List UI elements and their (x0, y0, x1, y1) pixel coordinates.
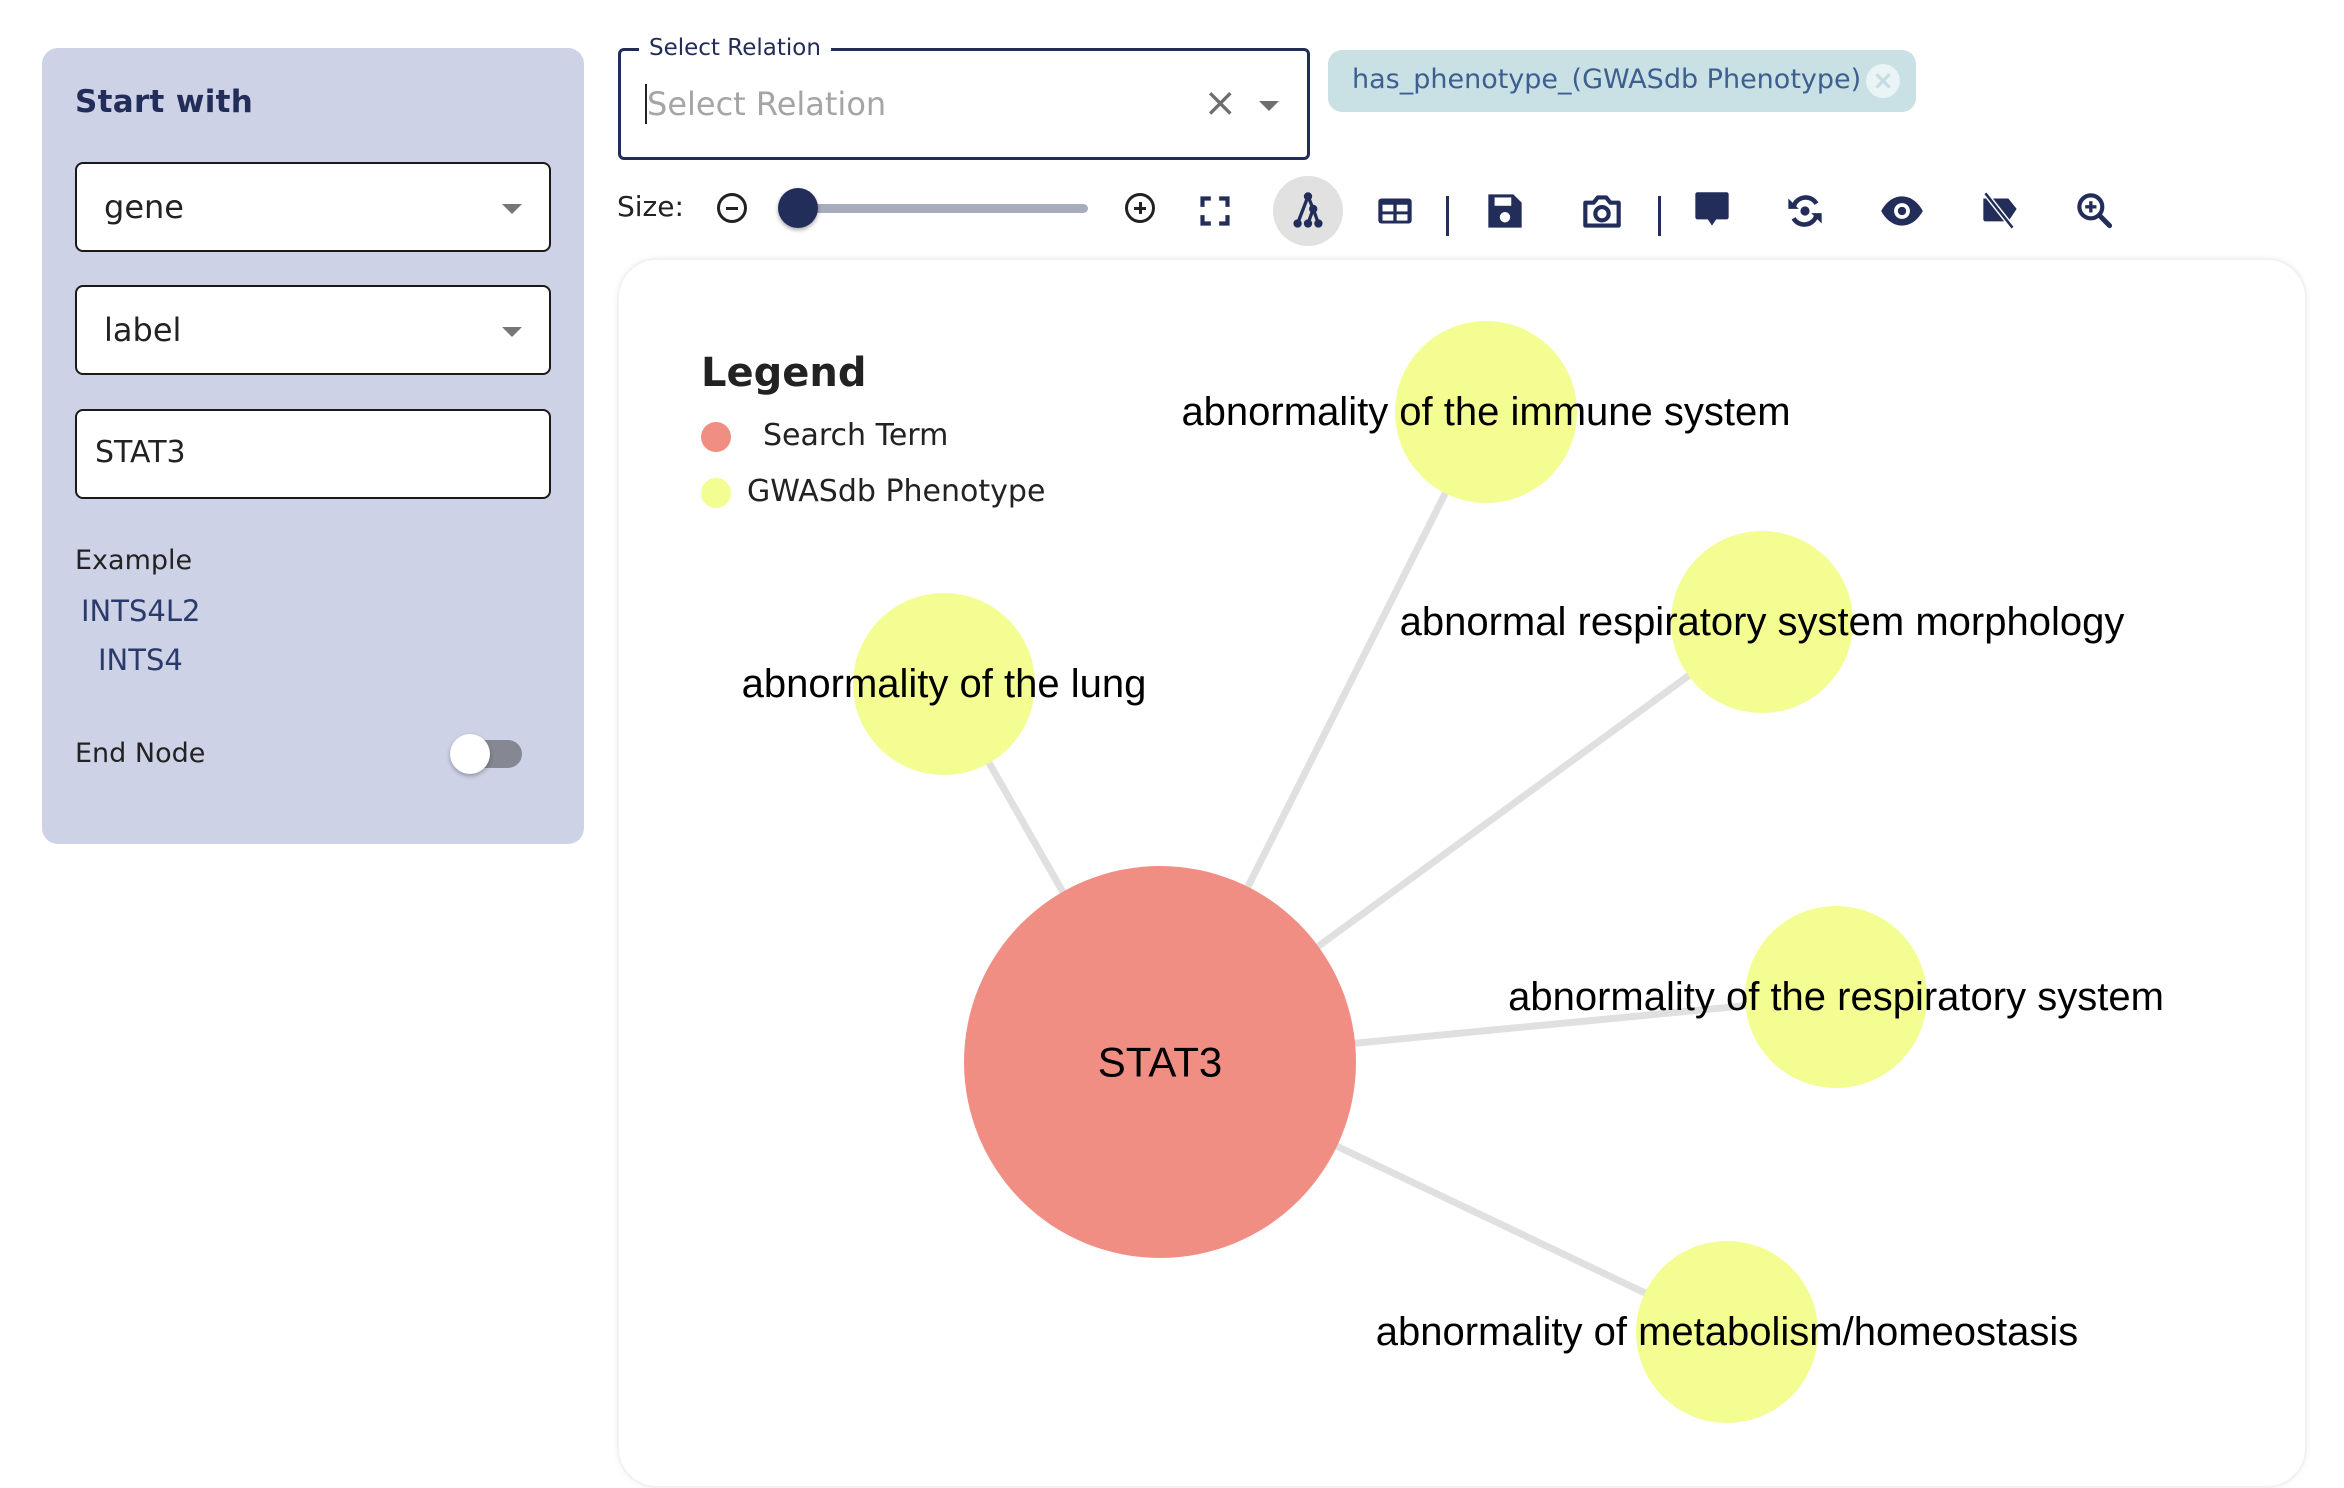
fullscreen-icon[interactable] (1190, 186, 1240, 236)
relation-chip: has_phenotype_(GWASdb Phenotype) × (1328, 50, 1916, 112)
slider-track (792, 204, 1088, 213)
zoom-in-circle-icon[interactable] (1125, 193, 1155, 223)
toggle-thumb (450, 734, 490, 774)
legend-title: Legend (701, 350, 867, 396)
save-icon[interactable] (1480, 186, 1530, 236)
chevron-down-icon (502, 204, 522, 214)
legend-dot-icon (701, 422, 731, 452)
close-icon[interactable]: × (1866, 64, 1900, 98)
graph-node-label: abnormality of the respiratory system (1508, 975, 2164, 1019)
legend-item-label: Search Term (763, 418, 949, 453)
slider-thumb[interactable] (778, 188, 818, 228)
camera-icon[interactable] (1577, 186, 1627, 236)
graph-node-label: abnormality of metabolism/homeostasis (1376, 1310, 2079, 1354)
relation-select-label: Select Relation (639, 35, 831, 61)
label-off-icon[interactable] (1975, 186, 2025, 236)
legend-dot-icon (701, 478, 731, 508)
toolbar-divider (1658, 196, 1661, 236)
comment-icon[interactable] (1687, 186, 1737, 236)
search-input-value: STAT3 (95, 435, 186, 470)
chevron-down-icon (502, 327, 522, 337)
relation-chip-label: has_phenotype_(GWASdb Phenotype) (1352, 64, 1862, 95)
graph-node-label: abnormality of the lung (742, 662, 1147, 706)
magnify-plus-icon[interactable] (2070, 186, 2120, 236)
sync-icon[interactable] (1780, 186, 1830, 236)
graph-node-label: abnormal respiratory system morphology (1400, 600, 2125, 644)
panel-title: Start with (75, 84, 254, 120)
chevron-down-icon[interactable] (1259, 101, 1279, 111)
zoom-out-circle-icon[interactable] (717, 193, 747, 223)
size-slider[interactable] (778, 188, 1090, 228)
start-with-panel: Start with gene label STAT3 Example INTS… (42, 48, 584, 844)
relation-select-placeholder: Select Relation (645, 84, 887, 124)
search-input[interactable]: STAT3 (75, 409, 551, 499)
node-type-value: gene (104, 188, 184, 226)
property-value: label (104, 311, 182, 349)
relation-select[interactable]: Select Relation Select Relation × (618, 35, 1310, 160)
property-select[interactable]: label (75, 285, 551, 375)
graph-canvas[interactable]: STAT3 abnormality of the immune system abn… (617, 258, 2307, 1488)
node-type-select[interactable]: gene (75, 162, 551, 252)
graph-node-label: abnormality of the immune system (1181, 390, 1790, 434)
hierarchy-layout-icon[interactable] (1273, 176, 1343, 246)
table-icon[interactable] (1370, 186, 1420, 236)
end-node-toggle[interactable] (450, 732, 530, 776)
legend-item-label: GWASdb Phenotype (747, 474, 1046, 509)
example-label: Example (75, 545, 193, 576)
end-node-label: End Node (75, 738, 206, 769)
eye-icon[interactable] (1877, 186, 1927, 236)
graph-node-label: STAT3 (1098, 1039, 1222, 1086)
example-link[interactable]: INTS4L2 (81, 594, 200, 628)
clear-icon[interactable]: × (1203, 81, 1237, 125)
size-label: Size: (617, 190, 684, 223)
example-link[interactable]: INTS4 (98, 643, 183, 677)
toolbar-divider (1446, 196, 1449, 236)
